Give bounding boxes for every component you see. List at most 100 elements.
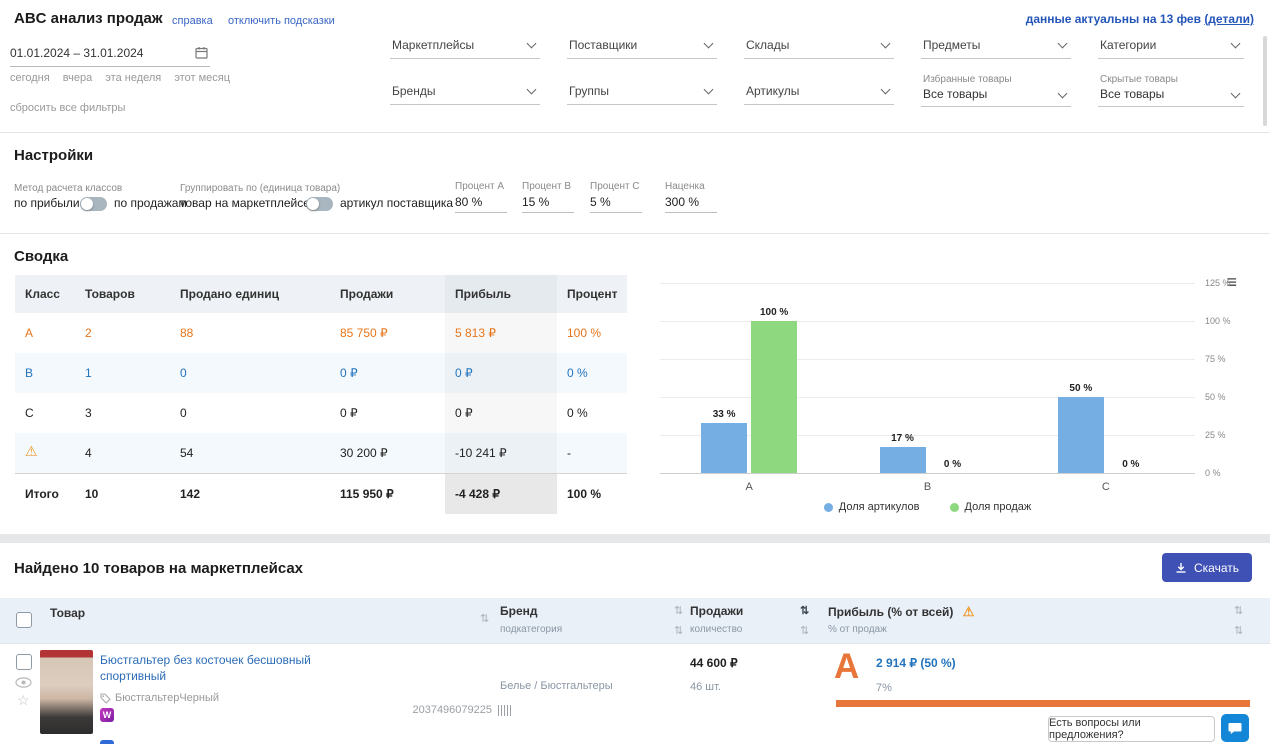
sales-cell: 0 ₽	[340, 366, 358, 380]
method-label: Метод расчета классов	[14, 183, 123, 194]
method-toggle[interactable]	[80, 197, 107, 211]
sort-icon[interactable]: ⇅	[800, 625, 809, 637]
sort-icon[interactable]: ⇅	[480, 613, 489, 625]
chart-value-label: 0 %	[1122, 459, 1140, 470]
filter-favorite-products[interactable]: Избранные товары Все товары	[921, 74, 1071, 107]
percent-c-input[interactable]	[590, 193, 642, 213]
feedback-button[interactable]: Есть вопросы или предложения?	[1048, 716, 1215, 742]
sort-icon-active[interactable]: ⇅	[800, 605, 809, 617]
disable-hints-link[interactable]: отключить подсказки	[228, 15, 335, 27]
products-cell: 1	[85, 366, 92, 380]
legend-item[interactable]: Доля артикулов	[823, 501, 920, 513]
products-cell: 10	[85, 487, 99, 501]
product-profit-link[interactable]: 2 914 ₽ (50 %)	[876, 656, 956, 670]
col-header-profit-percent: % от продаж	[828, 624, 887, 635]
legend-dot-icon	[823, 502, 833, 512]
col-header-profit: Прибыль (% от всей) ⚠	[828, 604, 974, 620]
total-label: Итого	[25, 487, 59, 501]
row-checkbox[interactable]	[16, 654, 32, 670]
product-title-link[interactable]: Бюстгальтер без косточек бесшовный спорт…	[100, 652, 350, 684]
chart-ytick-label: 75 %	[1205, 354, 1226, 364]
marketplace-badge-wildberries[interactable]: W	[100, 708, 114, 722]
product-tag[interactable]: БюстгальтерЧерный	[100, 692, 219, 704]
chevron-down-icon	[1057, 38, 1068, 49]
table-row-total: Итого 10 142 115 950 ₽ -4 428 ₽ 100 %	[15, 473, 627, 514]
sort-icon[interactable]: ⇅	[674, 625, 683, 637]
chart-ytick-label: 0 %	[1205, 468, 1221, 478]
grouping-toggle[interactable]	[306, 197, 333, 211]
filter-warehouses[interactable]: Склады	[744, 34, 894, 59]
filter-groups[interactable]: Группы	[567, 80, 717, 105]
sort-icon[interactable]: ⇅	[1234, 625, 1243, 637]
filter-hidden-products[interactable]: Скрытые товары Все товары	[1098, 74, 1244, 107]
percent-a-input[interactable]	[455, 193, 507, 213]
warning-icon: ⚠	[962, 604, 975, 619]
filter-brands[interactable]: Бренды	[390, 80, 540, 105]
reset-filters-link[interactable]: сбросить все фильтры	[10, 102, 125, 114]
table-row-warning: ⚠ 4 54 30 200 ₽ -10 241 ₽ -	[15, 433, 627, 473]
percent-c-label: Процент C	[590, 181, 640, 192]
markup-input[interactable]	[665, 193, 717, 213]
quick-date-this-week[interactable]: эта неделя	[105, 72, 161, 84]
filter-subjects[interactable]: Предметы	[921, 34, 1071, 59]
method-option-profit[interactable]: по прибыли	[14, 196, 80, 210]
filter-marketplaces[interactable]: Маркетплейсы	[390, 34, 540, 59]
legend-item[interactable]: Доля продаж	[949, 501, 1031, 513]
chart-gridline	[660, 359, 1195, 360]
chart-value-label: 100 %	[759, 307, 789, 318]
chart-gridline	[660, 397, 1195, 398]
download-button[interactable]: Скачать	[1162, 553, 1252, 582]
sales-cell: 0 ₽	[340, 406, 358, 420]
download-label: Скачать	[1194, 560, 1239, 575]
sort-icon[interactable]: ⇅	[1234, 605, 1243, 617]
quick-date-yesterday[interactable]: вчера	[63, 72, 92, 84]
abc-bar-chart: ≡ 0 % 25 % 50 % 75 % 100 % 125 % A 33 % 100 % B 17…	[640, 265, 1255, 530]
filter-value: Все товары	[923, 87, 988, 101]
chat-button[interactable]	[1221, 714, 1249, 742]
profit-cell: 5 813 ₽	[445, 313, 557, 353]
chevron-down-icon	[880, 84, 891, 95]
chart-value-label: 50 %	[1069, 383, 1093, 394]
marketplace-badge-partial[interactable]	[100, 740, 114, 744]
star-icon[interactable]: ☆	[17, 692, 30, 709]
chart-ytick-label: 100 %	[1205, 316, 1231, 326]
help-link[interactable]: справка	[172, 15, 213, 27]
toggle-knob	[307, 198, 319, 210]
quick-date-today[interactable]: сегодня	[10, 72, 50, 84]
chart-ytick-label: 50 %	[1205, 392, 1226, 402]
grouping-label: Группировать по (единица товара)	[180, 183, 341, 194]
filter-categories[interactable]: Категории	[1098, 34, 1244, 59]
grouping-option-product[interactable]: товар на маркетплейсе	[180, 196, 310, 210]
percent-b-input[interactable]	[522, 193, 574, 213]
barcode-icon	[498, 705, 512, 716]
sort-icon[interactable]: ⇅	[674, 605, 683, 617]
class-cell: B	[25, 366, 34, 380]
toggle-knob	[81, 198, 93, 210]
units-cell: 88	[180, 326, 194, 340]
chart-value-label: 0 %	[943, 459, 962, 470]
actuality-details-link[interactable]: (детали)	[1204, 12, 1254, 26]
chevron-down-icon	[526, 38, 537, 49]
select-all-checkbox[interactable]	[16, 612, 32, 628]
date-range-input[interactable]	[10, 42, 188, 64]
bar-chart-plot: 0 % 25 % 50 % 75 % 100 % 125 % A 33 % 100 % B 17 %…	[660, 278, 1231, 493]
col-header-products: Товаров	[75, 275, 170, 313]
filter-articles[interactable]: Артикулы	[744, 80, 894, 105]
chat-icon	[1228, 723, 1242, 735]
quick-date-this-month[interactable]: этот месяц	[174, 72, 230, 84]
table-row-class-a: A 2 88 85 750 ₽ 5 813 ₽ 100 %	[15, 313, 627, 353]
page-title: ABC анализ продаж	[14, 10, 163, 27]
grouping-option-article[interactable]: артикул поставщика	[340, 196, 453, 210]
chart-gridline	[660, 321, 1195, 322]
calendar-icon[interactable]	[195, 46, 208, 64]
chart-bar	[1057, 397, 1104, 473]
settings-section: Настройки Метод расчета классов по прибы…	[0, 134, 1270, 234]
method-option-sales[interactable]: по продажам	[114, 196, 187, 210]
products-heading: Найдено 10 товаров на маркетплейсах	[14, 560, 304, 577]
scrollbar[interactable]	[1263, 36, 1267, 126]
eye-icon[interactable]	[15, 675, 32, 693]
product-image[interactable]	[40, 650, 93, 734]
legend-dot-icon	[949, 502, 959, 512]
filter-suppliers[interactable]: Поставщики	[567, 34, 717, 59]
percent-cell: 0 %	[567, 406, 588, 420]
